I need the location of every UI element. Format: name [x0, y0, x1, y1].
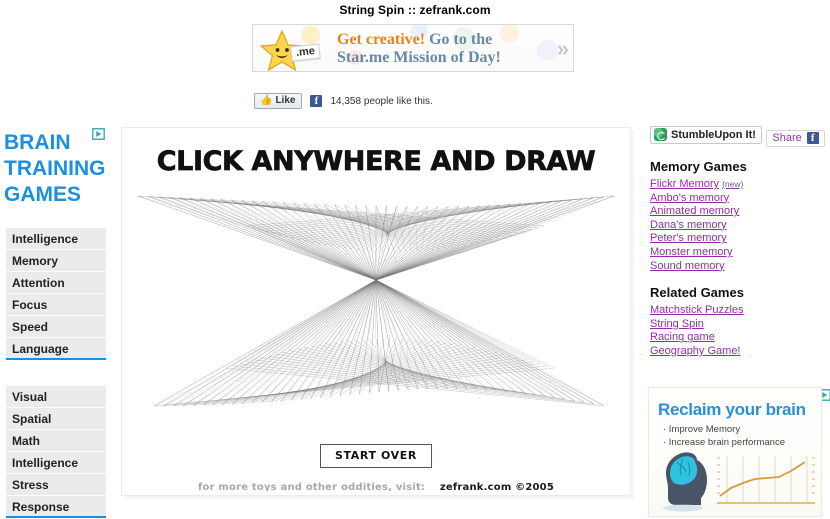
banner-headline-strong: Get creative! [337, 31, 426, 48]
ad-menu-item-intelligence-2[interactable]: Intelligence [6, 452, 106, 474]
link-animated-memory[interactable]: Animated memory [650, 205, 830, 219]
brain-ad-bullet-1: · Improve Memory [663, 424, 741, 435]
stumbleupon-label: StumbleUpon It! [671, 128, 756, 141]
performance-line-chart [717, 456, 815, 504]
share-button[interactable]: Share f [766, 130, 825, 147]
brain-ad-title: Reclaim your brain [658, 400, 806, 419]
link-geography-game[interactable]: Geography Game! [650, 345, 830, 359]
brain-head-icon [663, 452, 707, 512]
reclaim-your-brain-ad[interactable]: Reclaim your brain · Improve Memory · In… [648, 387, 822, 517]
footer-prefix: for more toys and other oddities, visit: [197, 482, 426, 491]
ad-menu-group-categories: Visual Spatial Math Intelligence Stress … [6, 386, 106, 518]
ad-menu-item-language[interactable]: Language [6, 338, 106, 360]
facebook-share-icon: f [806, 132, 819, 144]
ad-menu-item-spatial[interactable]: Spatial [6, 408, 106, 430]
link-flickr-memory[interactable]: Flickr Memory (new) [650, 178, 830, 192]
link-monster-memory[interactable]: Monster memory [650, 246, 830, 260]
like-count-text: 14,358 people like this. [330, 95, 433, 107]
ad-menu-item-memory[interactable]: Memory [6, 250, 106, 272]
brain-ad-bullet-2: · Increase brain performance [663, 436, 785, 448]
link-danas-memory[interactable]: Dana's memory [650, 219, 830, 233]
double-chevron-right-icon[interactable]: » [557, 38, 569, 60]
share-label: Share [772, 132, 802, 144]
ad-menu-item-focus[interactable]: Focus [6, 294, 106, 316]
link-label: Flickr Memory [650, 178, 720, 190]
right-sidebar: StumbleUpon It! Share f Memory Games Fli… [650, 126, 830, 359]
string-art-drawing [137, 195, 615, 407]
ad-menu-item-visual[interactable]: Visual [6, 386, 106, 408]
me-domain-tag: .me [290, 43, 321, 62]
like-button-label: Like [275, 95, 296, 106]
facebook-like-button[interactable]: 👍 Like [254, 93, 303, 109]
banner-headline-rest: Go to the [425, 31, 493, 48]
banner-text: Get creative! Go to the Star.me Mission … [337, 31, 501, 67]
canvas-headline: CLICK ANYWHERE AND DRAW [156, 146, 596, 178]
ad-menu-item-stress[interactable]: Stress [6, 474, 106, 496]
brain-ad-bullets: · Improve Memory · Increase brain perfor… [663, 424, 785, 449]
link-sound-memory[interactable]: Sound memory [650, 260, 830, 274]
link-racing-game[interactable]: Racing game [650, 331, 830, 345]
page-title: String Spin :: zefrank.com [339, 3, 491, 17]
footer-brand: zefrank.com ©2005 [439, 482, 554, 491]
link-peters-memory[interactable]: Peter's memory [650, 232, 830, 246]
ad-menu-item-speed[interactable]: Speed [6, 316, 106, 338]
ad-menu-group-skills: Intelligence Memory Attention Focus Spee… [6, 228, 106, 360]
link-string-spin[interactable]: String Spin [650, 318, 830, 332]
new-tag: (new) [722, 179, 744, 189]
memory-games-heading: Memory Games [650, 159, 747, 174]
drawing-canvas-panel[interactable]: CLICK ANYWHERE AND DRAW START OVER for m… [121, 127, 631, 496]
ad-menu-item-intelligence[interactable]: Intelligence [6, 228, 106, 250]
ad-menu-item-response[interactable]: Response [6, 496, 106, 518]
drawing-canvas[interactable]: CLICK ANYWHERE AND DRAW START OVER for m… [126, 132, 626, 491]
starme-banner-ad[interactable]: .me Get creative! Go to the Star.me Miss… [252, 24, 574, 72]
ad-menu-item-attention[interactable]: Attention [6, 272, 106, 294]
facebook-icon: f [310, 95, 323, 107]
page-root: String Spin :: zefrank.com .me Get creat… [0, 0, 830, 519]
start-over-button[interactable]: START OVER [320, 444, 432, 468]
brain-training-ad-title: BRAIN TRAINING GAMES [4, 130, 106, 208]
related-games-heading: Related Games [650, 285, 744, 301]
facebook-like-row: 👍 Like f 14,358 people like this. [254, 93, 433, 109]
ad-title-line-1: BRAIN [4, 131, 71, 154]
ad-title-line-3: GAMES [4, 183, 82, 206]
stumbleupon-icon [654, 128, 667, 141]
stumbleupon-button[interactable]: StumbleUpon It! [650, 126, 762, 144]
ad-title-line-2: TRAINING [4, 157, 106, 180]
link-matchstick-puzzles[interactable]: Matchstick Puzzles [650, 304, 830, 318]
thumbs-up-icon: 👍 [260, 95, 273, 106]
ad-menu-item-math[interactable]: Math [6, 430, 106, 452]
link-ambos-memory[interactable]: Ambo's memory [650, 192, 830, 206]
banner-headline-line2: Star.me Mission of Day! [337, 49, 501, 66]
canvas-footer-note: for more toys and other oddities, visit:… [126, 482, 626, 491]
